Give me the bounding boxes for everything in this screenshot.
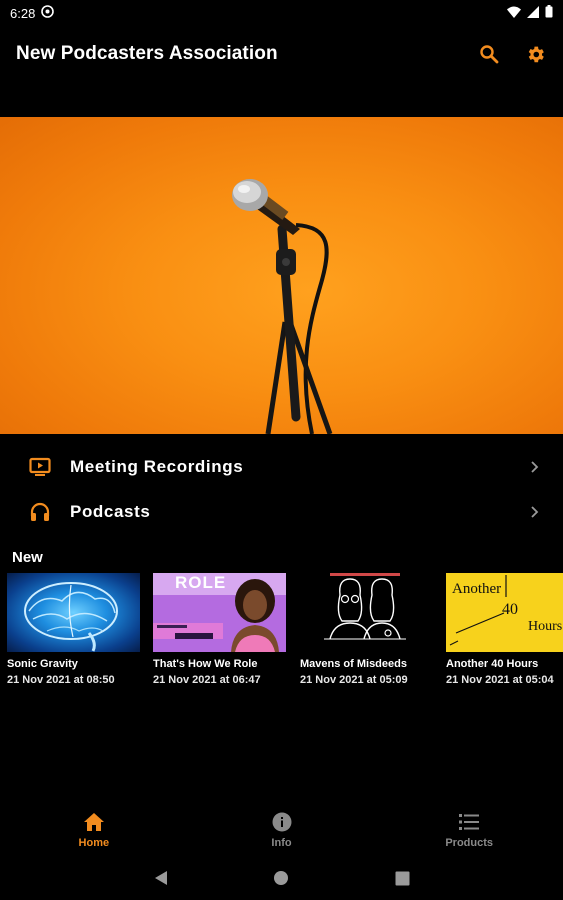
signal-icon — [527, 5, 539, 21]
nav-tab-home[interactable]: Home — [0, 800, 188, 856]
new-episodes-carousel[interactable]: Sonic Gravity 21 Nov 2021 at 08:50 ROLE … — [7, 573, 563, 693]
search-button[interactable] — [477, 42, 501, 66]
tv-play-icon — [28, 455, 52, 479]
info-icon — [272, 812, 291, 832]
microphone-illustration — [232, 179, 333, 434]
episode-title: Sonic Gravity — [7, 658, 78, 670]
app-bar: New Podcasters Association — [0, 26, 563, 82]
hero-image — [0, 117, 563, 434]
search-icon — [480, 45, 499, 64]
chevron-right-icon — [531, 505, 539, 518]
nav-tab-info[interactable]: Info — [188, 800, 376, 856]
back-button[interactable] — [151, 868, 171, 888]
episode-artwork: Another 40 Hours — [446, 573, 563, 652]
bottom-navigation: Home Info Products — [0, 800, 563, 856]
battery-icon — [545, 5, 553, 21]
home-system-button[interactable] — [271, 868, 291, 888]
nav-tab-label: Info — [271, 837, 292, 849]
episode-artwork — [300, 573, 433, 652]
list-icon — [459, 814, 480, 830]
menu-item-podcasts[interactable]: Podcasts — [0, 489, 563, 534]
headphones-icon — [28, 500, 52, 524]
brain-artwork — [24, 582, 118, 652]
nav-tab-products[interactable]: Products — [375, 800, 563, 856]
section-title-new: New — [12, 549, 43, 566]
episode-artwork — [7, 573, 140, 652]
system-navigation-bar — [0, 856, 563, 900]
episode-card-sonic-gravity[interactable]: Sonic Gravity 21 Nov 2021 at 08:50 — [7, 573, 140, 686]
home-circle-icon — [274, 871, 288, 885]
settings-button[interactable] — [523, 42, 547, 66]
episode-date: 21 Nov 2021 at 05:09 — [300, 674, 408, 686]
episode-date: 21 Nov 2021 at 05:04 — [446, 674, 554, 686]
menu-item-meeting-recordings[interactable]: Meeting Recordings — [0, 444, 563, 489]
wifi-icon — [507, 6, 521, 21]
mavens-artwork — [324, 573, 406, 640]
host-portrait — [231, 579, 279, 652]
episode-title: Another 40 Hours — [446, 658, 539, 670]
episode-date: 21 Nov 2021 at 08:50 — [7, 674, 115, 686]
menu-list: Meeting Recordings Podcasts — [0, 444, 563, 534]
status-bar: 6:28 — [0, 0, 563, 26]
status-time: 6:28 — [10, 5, 36, 21]
episode-card-thats-how-we-role[interactable]: ROLE That's How We Role 21 Nov 2021 at 0… — [153, 573, 286, 686]
episode-card-mavens-of-misdeeds[interactable]: Mavens of Misdeeds 21 Nov 2021 at 05:09 — [300, 573, 433, 686]
episode-title: Mavens of Misdeeds — [300, 658, 407, 670]
sync-icon — [41, 5, 55, 21]
episode-date: 21 Nov 2021 at 06:47 — [153, 674, 261, 686]
back-triangle-icon — [155, 871, 167, 885]
recents-button[interactable] — [392, 868, 412, 888]
episode-artwork-text: ROLE — [175, 573, 227, 592]
episode-title: That's How We Role — [153, 658, 258, 670]
nav-tab-label: Products — [445, 837, 494, 849]
menu-item-label: Meeting Recordings — [70, 456, 244, 476]
episode-card-another-40-hours[interactable]: Another 40 Hours Another 40 Hours 21 Nov… — [446, 573, 563, 686]
recents-square-icon — [395, 871, 409, 885]
clock-hands-artwork — [449, 575, 507, 646]
chevron-right-icon — [531, 460, 539, 473]
nav-tab-label: Home — [78, 837, 110, 849]
episode-artwork: ROLE — [153, 573, 286, 652]
page-title: New Podcasters Association — [16, 43, 278, 64]
home-icon — [83, 813, 104, 831]
menu-item-label: Podcasts — [70, 501, 151, 521]
gear-icon — [528, 46, 544, 62]
